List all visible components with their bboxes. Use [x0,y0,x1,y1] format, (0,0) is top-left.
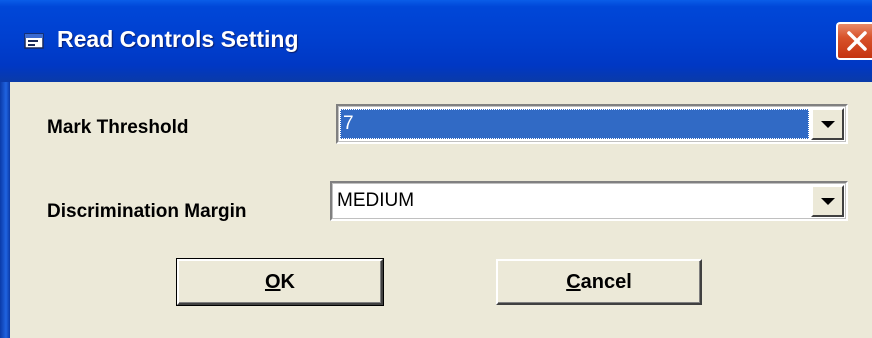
window-title: Read Controls Setting [57,26,299,52]
ok-button[interactable]: OK [176,258,384,306]
close-x-icon [847,31,867,51]
chevron-down-icon [820,197,835,205]
cancel-button-mnemonic: C [566,270,581,293]
dialog-window: Read Controls Setting Mark Threshold 7 D… [0,0,872,338]
discrimination-margin-select[interactable]: MEDIUM [330,181,848,221]
chevron-down-icon [820,120,835,128]
ok-button-label: K [280,270,295,293]
mark-threshold-dropdown-button[interactable] [811,108,844,140]
discrimination-margin-dropdown-button[interactable] [811,185,844,217]
window-frame-left [0,82,10,338]
discrimination-margin-value[interactable]: MEDIUM [334,186,809,216]
mark-threshold-value[interactable]: 7 [340,109,809,139]
ok-button-mnemonic: O [264,270,281,293]
window-app-icon[interactable] [24,32,46,50]
close-button[interactable] [836,22,872,60]
cancel-button[interactable]: Cancel [496,259,702,305]
cancel-button-label: ancel [580,270,632,293]
discrimination-margin-label: Discrimination Margin [47,201,247,222]
mark-threshold-label: Mark Threshold [47,117,189,138]
title-bar[interactable]: Read Controls Setting [0,0,872,82]
mark-threshold-select[interactable]: 7 [336,104,848,144]
